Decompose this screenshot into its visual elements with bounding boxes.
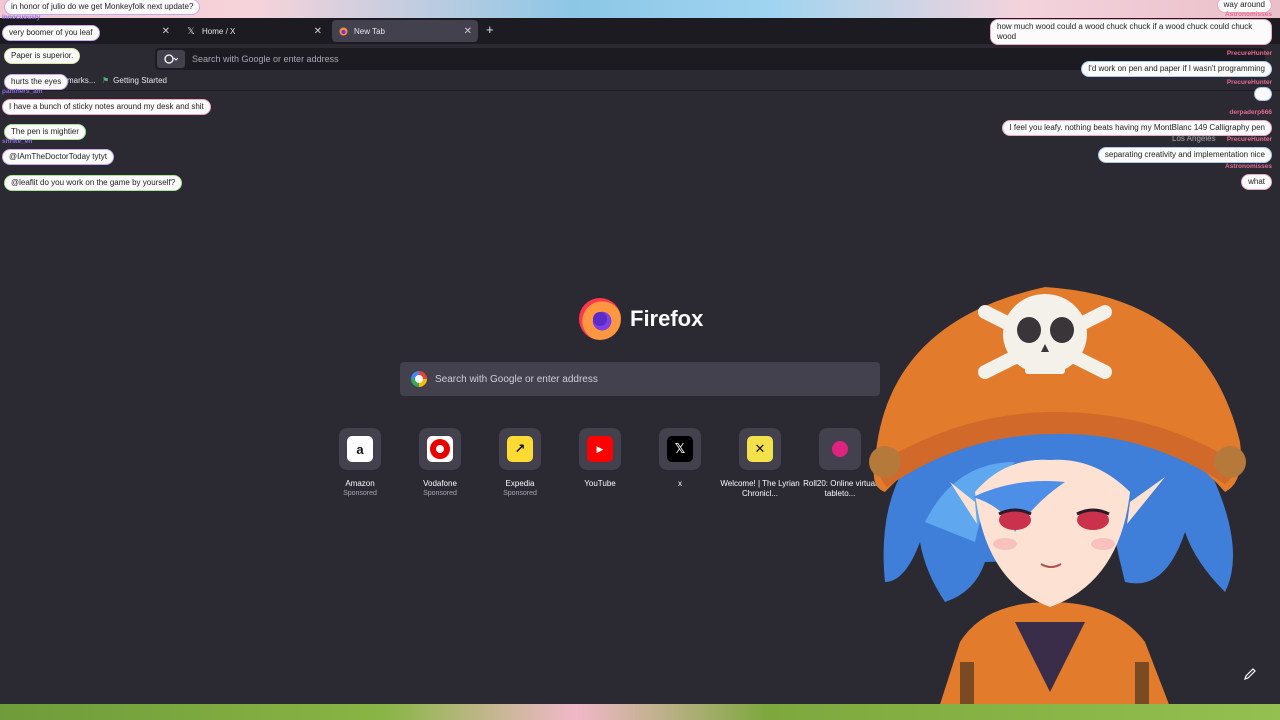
- chat-username: Astronomisses: [1225, 163, 1272, 170]
- firefox-wordmark: Firefox: [630, 306, 704, 331]
- vtuber-avatar-illustration: [869, 287, 1246, 720]
- site-label: YouTube: [584, 479, 616, 488]
- chat-message: Paper is superior.: [4, 45, 81, 64]
- chat-message: PrecureHunter I'd work on pen and paper …: [1081, 50, 1272, 77]
- site-label: Amazon: [345, 479, 375, 488]
- chat-message: PrecureHunter: [1227, 79, 1272, 106]
- chat-message: derpaderp666 I feel you leafy. nothing b…: [1002, 109, 1272, 136]
- new-tab-plus-icon[interactable]: +: [486, 22, 494, 37]
- bookmark-label: Getting Started: [113, 76, 167, 85]
- chat-message: in honor of julio do we get Monkeyfolk n…: [4, 0, 201, 15]
- firefox-logo: Firefox: [579, 298, 703, 340]
- chat-bubble: I'd work on pen and paper if I wasn't pr…: [1081, 61, 1272, 77]
- youtube-icon: ▶: [587, 436, 613, 462]
- search-engine-selector[interactable]: [157, 50, 185, 68]
- site-tile: [419, 428, 461, 470]
- chat-username: shrike_en: [2, 138, 33, 145]
- roll20-icon: [827, 436, 853, 462]
- site-tile: ▶: [579, 428, 621, 470]
- top-sites: a Amazon Sponsored Vodafone Sponsored ↗ …: [320, 428, 880, 508]
- edit-pencil-icon[interactable]: [1240, 664, 1260, 684]
- chat-message: Astronomisses what: [1225, 163, 1272, 190]
- firefox-favicon-icon: [338, 26, 348, 36]
- site-label: x: [678, 479, 682, 488]
- site-sponsored: Sponsored: [343, 490, 377, 497]
- site-tile: 𝕏: [659, 428, 701, 470]
- chat-message: @leaflit do you work on the game by your…: [4, 172, 183, 191]
- newtab-search-box[interactable]: Search with Google or enter address: [400, 362, 880, 396]
- chat-bubble: separating creativity and implementation…: [1097, 147, 1272, 163]
- top-site-youtube[interactable]: ▶ YouTube: [560, 428, 640, 489]
- site-sponsored: Sponsored: [503, 490, 537, 497]
- chat-username: PrecureHunter: [1226, 136, 1272, 143]
- firefox-flag-icon: ⚑: [102, 76, 110, 85]
- site-tile: ✕: [739, 428, 781, 470]
- chat-username: Astronomisses: [1225, 11, 1272, 18]
- tab-pinned[interactable]: ✕: [150, 20, 176, 42]
- chat-bubble: what: [1241, 174, 1272, 190]
- chat-bubble: Paper is superior.: [4, 48, 81, 64]
- amazon-icon: a: [347, 436, 373, 462]
- tab-new-tab[interactable]: New Tab ✕: [332, 20, 478, 42]
- top-site-vodafone[interactable]: Vodafone Sponsored: [400, 428, 480, 499]
- chat-username: panthers_am: [2, 88, 43, 95]
- site-label: Welcome! | The Lyrian Chronicl...: [720, 479, 800, 498]
- close-tab-icon[interactable]: ✕: [464, 26, 472, 37]
- site-tile: [819, 428, 861, 470]
- newtab-search-placeholder: Search with Google or enter address: [435, 373, 598, 385]
- chat-message: Astronomisses how much wood could a wood…: [990, 11, 1272, 45]
- x-icon: 𝕏: [667, 436, 693, 462]
- chat-message: shrike_en @IAmTheDoctorToday tytyt: [2, 138, 114, 165]
- site-tile: ↗: [499, 428, 541, 470]
- chat-message: PrecureHunter separating creativity and …: [1097, 136, 1272, 163]
- lyrian-icon: ✕: [747, 436, 773, 462]
- chat-message: panthers_am I have a bunch of sticky not…: [2, 88, 211, 115]
- top-site-x[interactable]: 𝕏 x: [640, 428, 720, 489]
- vodafone-icon: [427, 436, 453, 462]
- close-tab-icon[interactable]: ✕: [314, 26, 322, 37]
- top-site-amazon[interactable]: a Amazon Sponsored: [320, 428, 400, 499]
- x-logo-icon: 𝕏: [187, 25, 195, 36]
- chat-emote: [1254, 87, 1272, 101]
- site-tile: a: [339, 428, 381, 470]
- top-site-lyrian[interactable]: ✕ Welcome! | The Lyrian Chronicl...: [720, 428, 800, 499]
- site-sponsored: Sponsored: [423, 490, 457, 497]
- top-site-expedia[interactable]: ↗ Expedia Sponsored: [480, 428, 560, 499]
- site-label: Expedia: [505, 479, 535, 488]
- tab-home-x[interactable]: 𝕏 Home / X ✕: [180, 20, 328, 42]
- firefox-logo-icon: [579, 298, 621, 340]
- chat-username: derpaderp666: [1229, 109, 1272, 116]
- chat-bubble: @leaflit do you work on the game by your…: [4, 175, 183, 191]
- chat-bubble: @IAmTheDoctorToday tytyt: [2, 149, 114, 165]
- close-tab-icon[interactable]: ✕: [162, 26, 170, 37]
- google-icon: [411, 371, 427, 387]
- chat-bubble: I have a bunch of sticky notes around my…: [2, 99, 211, 115]
- address-bar-placeholder: Search with Google or enter address: [192, 54, 339, 64]
- stream-overlay-bottom-banner: [0, 704, 1280, 720]
- chat-bubble: very boomer of you leaf: [2, 25, 100, 41]
- bookmark-getting-started[interactable]: ⚑ Getting Started: [102, 76, 167, 85]
- chat-bubble: I feel you leafy. nothing beats having m…: [1002, 120, 1272, 136]
- expedia-icon: ↗: [507, 436, 533, 462]
- site-label: Vodafone: [423, 479, 457, 488]
- tab-title: New Tab: [354, 26, 385, 36]
- chat-username: PrecureHunter: [1226, 79, 1272, 86]
- chat-bubble: in honor of julio do we get Monkeyfolk n…: [4, 0, 201, 15]
- bookmark-other[interactable]: marks...: [67, 76, 95, 85]
- chat-message: innocuously very boomer of you leaf: [2, 14, 100, 41]
- tab-title: Home / X: [202, 26, 236, 36]
- chat-username: PrecureHunter: [1226, 50, 1272, 57]
- chat-username: innocuously: [2, 14, 41, 21]
- chat-bubble: how much wood could a wood chuck chuck i…: [990, 19, 1272, 45]
